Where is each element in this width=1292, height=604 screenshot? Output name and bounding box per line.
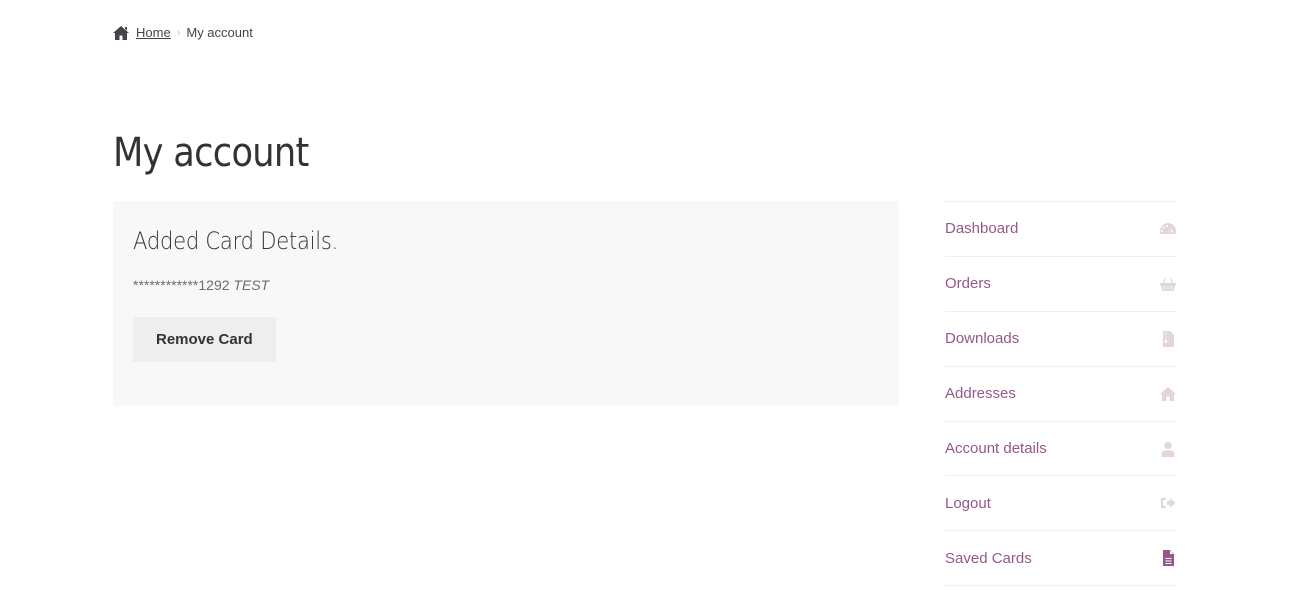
- page-title: My account: [113, 130, 309, 176]
- nav-item-label: Orders: [945, 275, 991, 293]
- home-icon: [113, 25, 129, 40]
- panel-heading: Added Card Details.: [133, 227, 339, 255]
- nav-item-dashboard[interactable]: Dashboard: [945, 202, 1176, 257]
- breadcrumb-separator: ›: [176, 26, 181, 39]
- remove-card-button[interactable]: Remove Card: [133, 317, 276, 362]
- nav-item-label: Logout: [945, 494, 991, 512]
- account-navigation: Dashboard Orders Downloads Addresses Acc…: [945, 201, 1176, 587]
- shopping-basket-icon: [1159, 275, 1176, 292]
- saved-card-panel: Added Card Details. ************1292 TES…: [113, 201, 899, 406]
- card-type: TEST: [233, 277, 270, 293]
- nav-item-logout[interactable]: Logout: [945, 476, 1176, 532]
- dashboard-gauge-icon: [1159, 220, 1176, 237]
- card-masked-number: ************1292: [133, 277, 230, 293]
- card-details: ************1292 TEST: [133, 277, 879, 293]
- nav-item-label: Saved Cards: [945, 549, 1032, 567]
- file-text-icon: [1159, 550, 1176, 567]
- breadcrumb-home-link[interactable]: Home: [136, 25, 171, 40]
- user-icon: [1159, 440, 1176, 457]
- nav-item-addresses[interactable]: Addresses: [945, 367, 1176, 422]
- home-icon: [1159, 385, 1176, 402]
- file-archive-icon: [1159, 330, 1176, 347]
- nav-item-label: Downloads: [945, 330, 1020, 348]
- nav-item-label: Addresses: [945, 385, 1016, 403]
- nav-item-saved-cards[interactable]: Saved Cards: [945, 531, 1176, 587]
- breadcrumb: Home › My account: [113, 25, 253, 40]
- nav-item-downloads[interactable]: Downloads: [945, 312, 1176, 367]
- nav-item-label: Account details: [945, 440, 1047, 457]
- nav-item-label: Dashboard: [945, 220, 1019, 238]
- nav-item-account-details[interactable]: Account details: [945, 422, 1176, 477]
- nav-item-orders[interactable]: Orders: [945, 257, 1176, 312]
- breadcrumb-current: My account: [186, 25, 253, 40]
- sign-out-icon: [1159, 495, 1176, 512]
